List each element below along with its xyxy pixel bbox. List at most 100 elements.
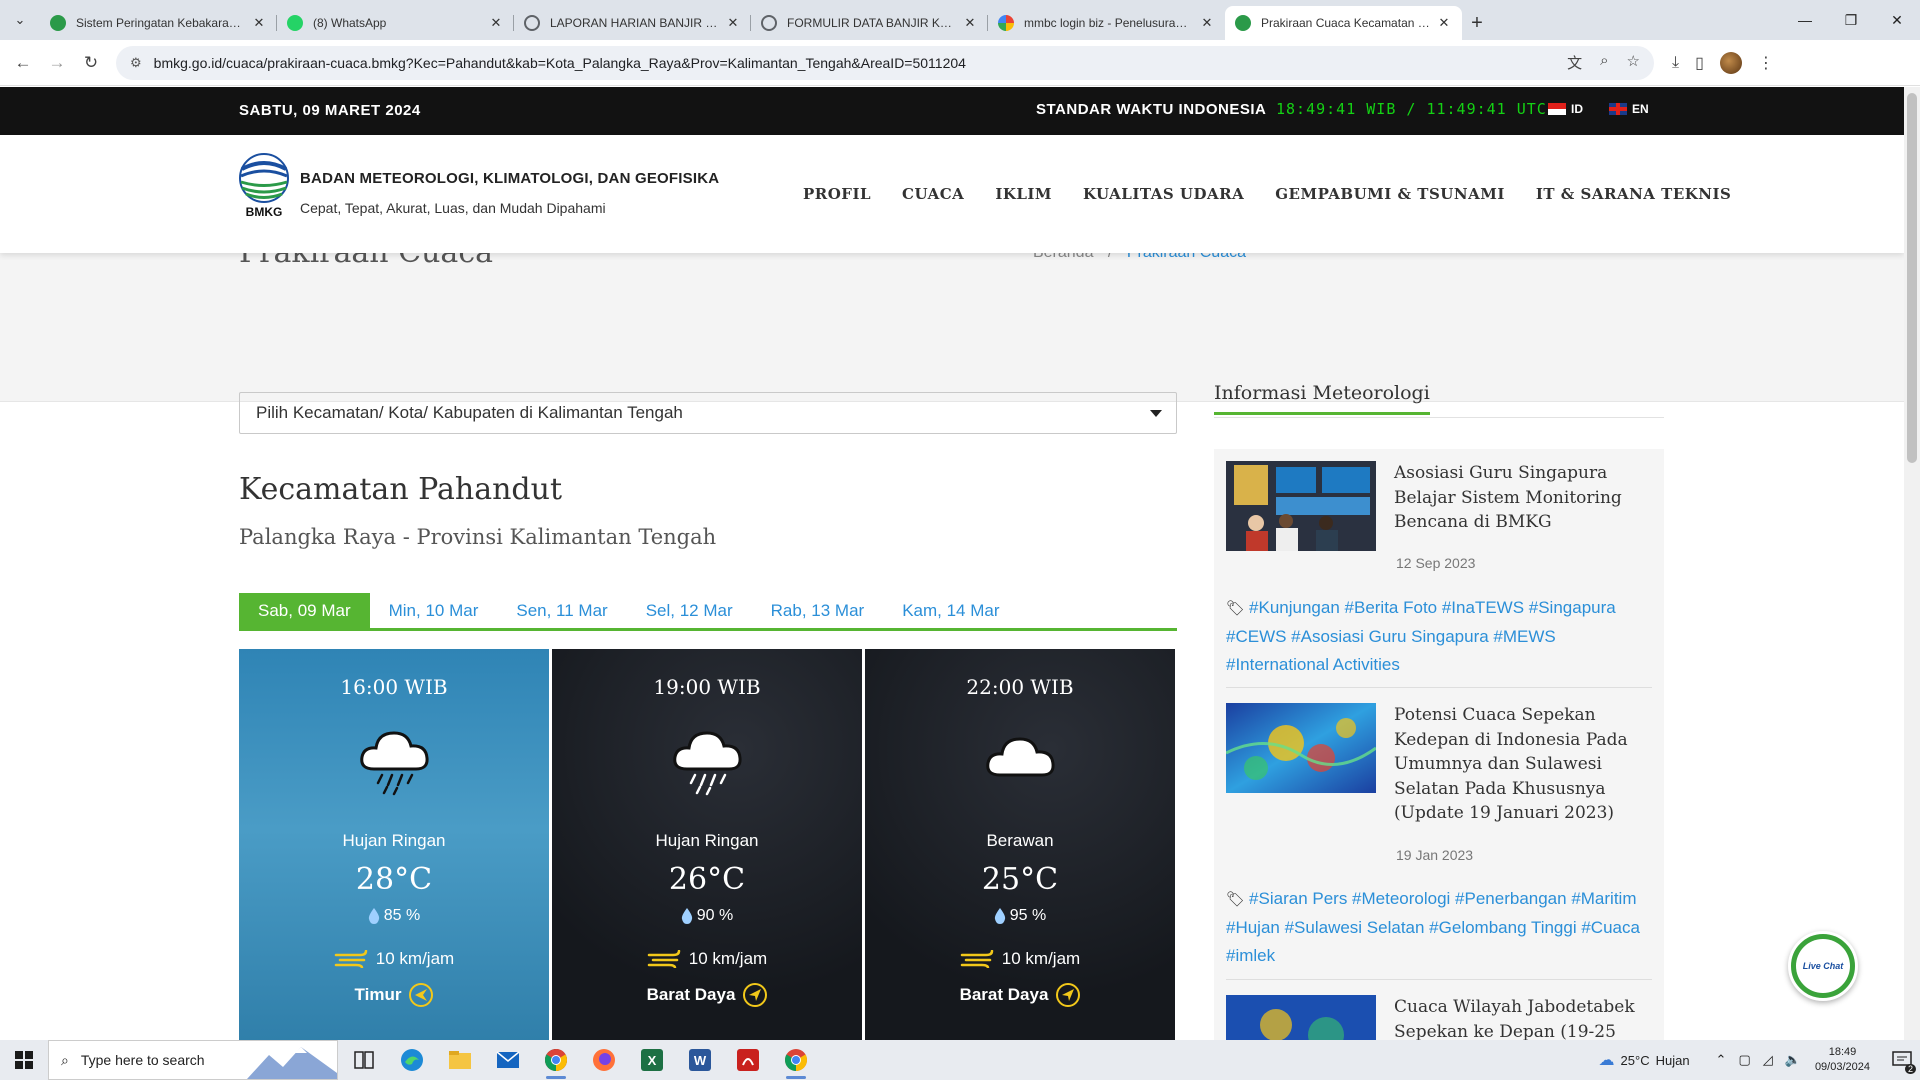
live-chat-button[interactable]: Live Chat [1788, 931, 1858, 1001]
translate-icon[interactable]: 文 [1567, 52, 1582, 73]
chevron-up-icon[interactable]: ⌃ [1716, 1052, 1727, 1068]
wind-direction: Barat Daya [646, 985, 736, 1004]
taskbar-weather-temp: 25°C [1620, 1052, 1650, 1068]
chrome-profile-icon[interactable] [776, 1040, 816, 1080]
nav-it-sarana-teknis[interactable]: IT & SARANA TEKNIS [1536, 185, 1732, 203]
compass-arrow-icon [1056, 983, 1081, 1007]
tab-search-button[interactable]: ⌄ [0, 0, 40, 40]
news-thumbnail[interactable] [1226, 703, 1376, 793]
mail-icon[interactable] [488, 1040, 528, 1080]
new-tab-button[interactable]: + [1462, 6, 1492, 40]
lang-en-link[interactable]: EN [1609, 102, 1649, 116]
day-tab-0[interactable]: Sab, 09 Mar [239, 593, 370, 628]
restore-icon[interactable]: ❐ [1828, 0, 1874, 40]
word-icon[interactable]: W [680, 1040, 720, 1080]
kecamatan-title: Kecamatan Pahandut [239, 472, 563, 507]
task-view-icon[interactable] [344, 1040, 384, 1080]
download-icon[interactable]: ⤓ [1672, 54, 1679, 72]
news-tags-text[interactable]: #Siaran Pers #Meteorologi #Penerbangan #… [1226, 889, 1640, 965]
browser-tab-3[interactable]: FORMULIR DATA BANJIR KOTA ✕ [751, 6, 988, 40]
reload-icon[interactable]: ↻ [74, 46, 108, 80]
nav-profil[interactable]: PROFIL [803, 185, 871, 203]
zoom-icon[interactable]: ⌕ [1600, 52, 1608, 73]
wind-icon [334, 950, 368, 968]
news-thumbnail[interactable] [1226, 461, 1376, 551]
location-select-placeholder: Pilih Kecamatan/ Kota/ Kabupaten di Kali… [256, 403, 683, 422]
taskbar-search-input[interactable]: ⌕ Type here to search [48, 1040, 338, 1080]
site-info-icon[interactable]: ⚙ [130, 55, 142, 71]
taskbar-time: 18:49 [1828, 1046, 1857, 1058]
news-tags-text[interactable]: #Kunjungan #Berita Foto #InaTEWS #Singap… [1226, 598, 1616, 674]
tab-close-icon[interactable]: ✕ [962, 15, 978, 31]
tab-close-icon[interactable]: ✕ [725, 15, 741, 31]
news-title[interactable]: Potensi Cuaca Sepekan Kedepan di Indones… [1394, 703, 1644, 826]
live-chat-label: Live Chat [1796, 939, 1850, 993]
minimize-icon[interactable]: — [1782, 0, 1828, 40]
water-drop-icon [994, 908, 1005, 924]
compass-arrow-icon [743, 983, 768, 1007]
firefox-icon[interactable] [584, 1040, 624, 1080]
lang-id-link[interactable]: ID [1548, 102, 1583, 116]
bookmark-star-icon[interactable]: ☆ [1627, 52, 1640, 73]
address-bar[interactable]: ⚙ bmkg.go.id/cuaca/prakiraan-cuaca.bmkg?… [116, 45, 1654, 80]
tab-close-icon[interactable]: ✕ [1199, 15, 1215, 31]
excel-icon[interactable]: X [632, 1040, 672, 1080]
day-tab-5[interactable]: Kam, 14 Mar [883, 593, 1018, 628]
forecast-temperature: 26°C [668, 862, 746, 897]
page-scrollbar[interactable] [1904, 87, 1920, 1040]
nav-cuaca[interactable]: CUACA [902, 185, 964, 203]
nav-kualitas-udara[interactable]: KUALITAS UDARA [1083, 185, 1244, 203]
news-thumbnail[interactable] [1226, 995, 1376, 1040]
profile-avatar[interactable] [1719, 51, 1742, 74]
forecast-condition: Hujan Ringan [342, 831, 446, 850]
location-select[interactable]: Pilih Kecamatan/ Kota/ Kabupaten di Kali… [239, 392, 1177, 434]
breadcrumb-current: Prakiraan Cuaca [1127, 253, 1246, 261]
tab-close-icon[interactable]: ✕ [1436, 15, 1452, 31]
digital-clock: 18:49:41 WIB / 11:49:41 UTC [1276, 100, 1547, 118]
taskbar-weather[interactable]: ☁ 25°C Hujan [1599, 1050, 1690, 1070]
browser-tab-4[interactable]: mmbc login biz - Penelusuran G ✕ [988, 6, 1225, 40]
browser-tab-1[interactable]: (8) WhatsApp ✕ [277, 6, 514, 40]
taskbar-clock[interactable]: 18:49 09/03/2024 [1815, 1045, 1870, 1075]
acrobat-icon[interactable] [728, 1040, 768, 1080]
browser-tab-0[interactable]: Sistem Peringatan Kebakaran H ✕ [40, 6, 277, 40]
breadcrumb-home[interactable]: Beranda [1033, 253, 1094, 261]
google-favicon-icon [998, 15, 1014, 31]
news-tags: 🏷 #Siaran Pers #Meteorologi #Penerbangan … [1226, 885, 1646, 970]
chrome-icon[interactable] [536, 1040, 576, 1080]
day-tab-3[interactable]: Sel, 12 Mar [627, 593, 752, 628]
browser-tab-2[interactable]: LAPORAN HARIAN BANJIR 9 M ✕ [514, 6, 751, 40]
close-window-icon[interactable]: ✕ [1874, 0, 1920, 40]
meet-now-icon[interactable]: ▢ [1738, 1052, 1750, 1068]
edge-browser-icon[interactable] [392, 1040, 432, 1080]
volume-icon[interactable]: 🔈 [1785, 1052, 1801, 1068]
news-title[interactable]: Asosiasi Guru Singapura Belajar Sistem M… [1394, 461, 1644, 535]
file-explorer-icon[interactable] [440, 1040, 480, 1080]
bmkg-logo-icon[interactable]: BMKG [239, 153, 289, 219]
menu-kebab-icon[interactable]: ⋮ [1758, 53, 1774, 73]
news-title[interactable]: Cuaca Wilayah Jabodetabek Sepekan ke Dep… [1394, 995, 1644, 1040]
notification-count: 2 [1904, 1064, 1916, 1074]
day-tab-1[interactable]: Min, 10 Mar [370, 593, 498, 628]
news-tags: 🏷 #Kunjungan #Berita Foto #InaTEWS #Singa… [1226, 594, 1646, 679]
side-panel-icon[interactable]: ▯ [1695, 53, 1704, 73]
tab-close-icon[interactable]: ✕ [488, 15, 504, 31]
network-icon[interactable]: ◿ [1763, 1052, 1773, 1068]
day-tab-2[interactable]: Sen, 11 Mar [497, 593, 626, 628]
windows-start-icon[interactable] [0, 1040, 48, 1080]
web-page: SABTU, 09 MARET 2024 STANDAR WAKTU INDON… [0, 87, 1904, 1040]
forward-arrow-icon[interactable]: → [40, 46, 74, 80]
forecast-time: 19:00 WIB [653, 675, 761, 699]
nav-gempabumi-tsunami[interactable]: GEMPABUMI & TSUNAMI [1275, 185, 1505, 203]
notification-icon[interactable]: 2 [1884, 1040, 1920, 1080]
top-info-bar: SABTU, 09 MARET 2024 STANDAR WAKTU INDON… [0, 87, 1904, 135]
day-tab-4[interactable]: Rab, 13 Mar [752, 593, 884, 628]
standard-time-label: STANDAR WAKTU INDONESIA [1036, 101, 1267, 118]
brand-name: BADAN METEOROLOGI, KLIMATOLOGI, DAN GEOF… [300, 170, 720, 187]
forecast-temperature: 25°C [981, 862, 1059, 897]
nav-iklim[interactable]: IKLIM [995, 185, 1052, 203]
forecast-direction: Barat Daya [552, 983, 862, 1007]
browser-tab-5[interactable]: Prakiraan Cuaca Kecamatan Pa ✕ [1225, 6, 1462, 40]
back-arrow-icon[interactable]: ← [6, 46, 40, 80]
tab-close-icon[interactable]: ✕ [251, 15, 267, 31]
